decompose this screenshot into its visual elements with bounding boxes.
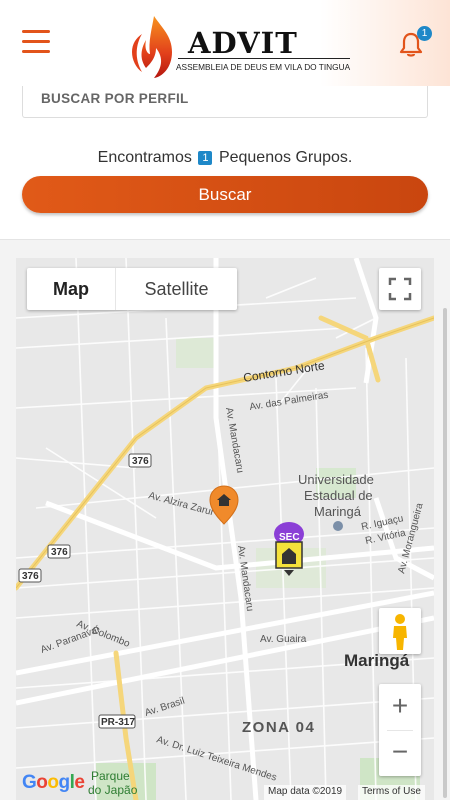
profile-search-input[interactable]: BUSCAR POR PERFIL (22, 86, 428, 118)
small-group-marker-icon[interactable]: SEC (274, 522, 304, 576)
notification-badge[interactable]: 1 (417, 26, 432, 41)
label-parque-2: do Japão (88, 783, 138, 797)
page-scrollbar[interactable] (443, 308, 447, 798)
map-view[interactable]: 376 376 376 PR-317 Contorno Norte Av. da… (16, 258, 434, 800)
logo-title: ADVIT (188, 26, 298, 60)
map-type-control: Map Satellite (27, 268, 237, 310)
map-tiles[interactable]: 376 376 376 PR-317 Contorno Norte Av. da… (16, 258, 434, 800)
result-suffix: Pequenos Grupos. (218, 149, 353, 166)
label-universidade-2: Estadual de (304, 488, 373, 503)
zoom-control: + − (379, 684, 421, 776)
result-count-badge: 1 (198, 151, 213, 165)
label-parque-1: Parque (91, 769, 130, 783)
road-shield-376-c: 376 (22, 571, 39, 582)
label-universidade-3: Maringá (314, 504, 362, 519)
map-data-attribution: Map data ©2019 (264, 785, 347, 800)
search-panel: BUSCAR POR PERFIL Encontramos 1 Pequenos… (0, 86, 450, 240)
menu-icon[interactable] (22, 30, 50, 54)
road-shield-pr317: PR-317 (101, 717, 135, 728)
label-zona-04: ZONA 04 (242, 719, 315, 736)
flame-icon (132, 16, 172, 78)
map-type-map-button[interactable]: Map (27, 268, 116, 310)
fullscreen-icon (388, 277, 412, 301)
label-av-guaira: Av. Guaira (260, 634, 307, 645)
result-prefix: Encontramos (97, 149, 192, 166)
fullscreen-button[interactable] (379, 268, 421, 310)
result-summary: Encontramos 1 Pequenos Grupos. (0, 149, 450, 167)
logo-subtitle: ASSEMBLEIA DE DEUS EM VILA DO TINGUA (176, 62, 351, 72)
google-logo: Google (22, 772, 85, 793)
search-button[interactable]: Buscar (22, 176, 428, 213)
logo-divider (178, 58, 350, 59)
university-marker-icon (333, 521, 343, 531)
pegman-icon (393, 614, 407, 650)
road-shield-376-a: 376 (132, 456, 149, 467)
zoom-out-button[interactable]: − (379, 730, 421, 776)
terms-of-use-link[interactable]: Terms of Use (358, 785, 425, 800)
road-shield-376-b: 376 (51, 547, 68, 558)
map-type-satellite-button[interactable]: Satellite (116, 268, 237, 310)
app-header: ADVIT ASSEMBLEIA DE DEUS EM VILA DO TING… (0, 0, 450, 86)
street-view-button[interactable] (379, 608, 421, 654)
label-universidade-1: Universidade (298, 472, 374, 487)
church-logo[interactable]: ADVIT ASSEMBLEIA DE DEUS EM VILA DO TING… (132, 14, 352, 80)
zoom-in-button[interactable]: + (379, 684, 421, 730)
